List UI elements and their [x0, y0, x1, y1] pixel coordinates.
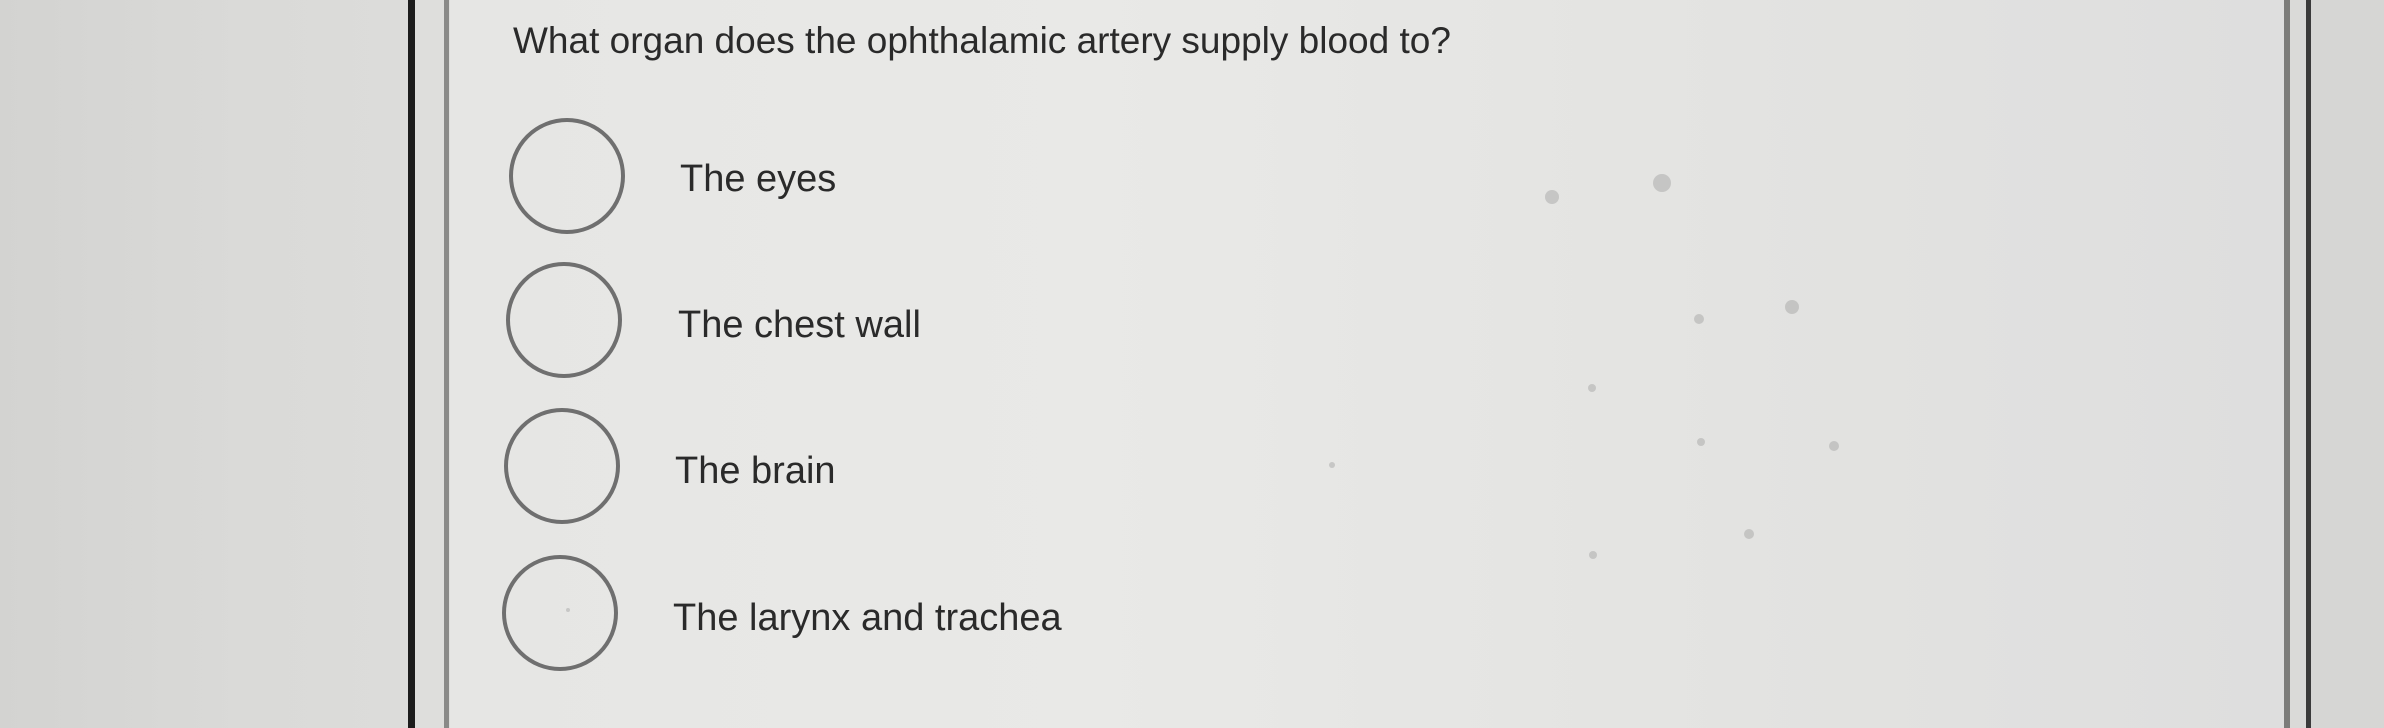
radio-button[interactable]	[506, 262, 622, 378]
radio-button[interactable]	[502, 555, 618, 671]
right-background	[2310, 0, 2384, 728]
screen-speck	[1694, 314, 1704, 324]
screen-speck	[1329, 462, 1335, 468]
answer-option-eyes[interactable]: The eyes	[509, 118, 909, 242]
option-label: The larynx and trachea	[673, 597, 1062, 639]
answer-option-chest-wall[interactable]: The chest wall	[506, 262, 976, 386]
question-text: What organ does the ophthalamic artery s…	[513, 20, 1451, 61]
screen-speck	[1545, 190, 1559, 204]
option-label: The brain	[675, 450, 836, 492]
right-border-dark	[2306, 0, 2311, 728]
screen-speck	[1829, 441, 1839, 451]
left-border-dark	[408, 0, 415, 728]
screen-speck	[1653, 174, 1671, 192]
left-background	[0, 0, 412, 728]
answer-option-brain[interactable]: The brain	[504, 408, 904, 532]
answer-option-larynx-trachea[interactable]: The larynx and trachea	[502, 555, 1122, 679]
screen-speck	[1588, 384, 1596, 392]
radio-button[interactable]	[504, 408, 620, 524]
screen-speck	[1744, 529, 1754, 539]
left-border-inner	[444, 0, 449, 728]
option-label: The chest wall	[678, 304, 921, 346]
screen-speck	[1785, 300, 1799, 314]
radio-button[interactable]	[509, 118, 625, 234]
screen-speck	[1589, 551, 1597, 559]
screen-speck	[1697, 438, 1705, 446]
right-border-inner	[2284, 0, 2290, 728]
option-label: The eyes	[680, 158, 837, 200]
